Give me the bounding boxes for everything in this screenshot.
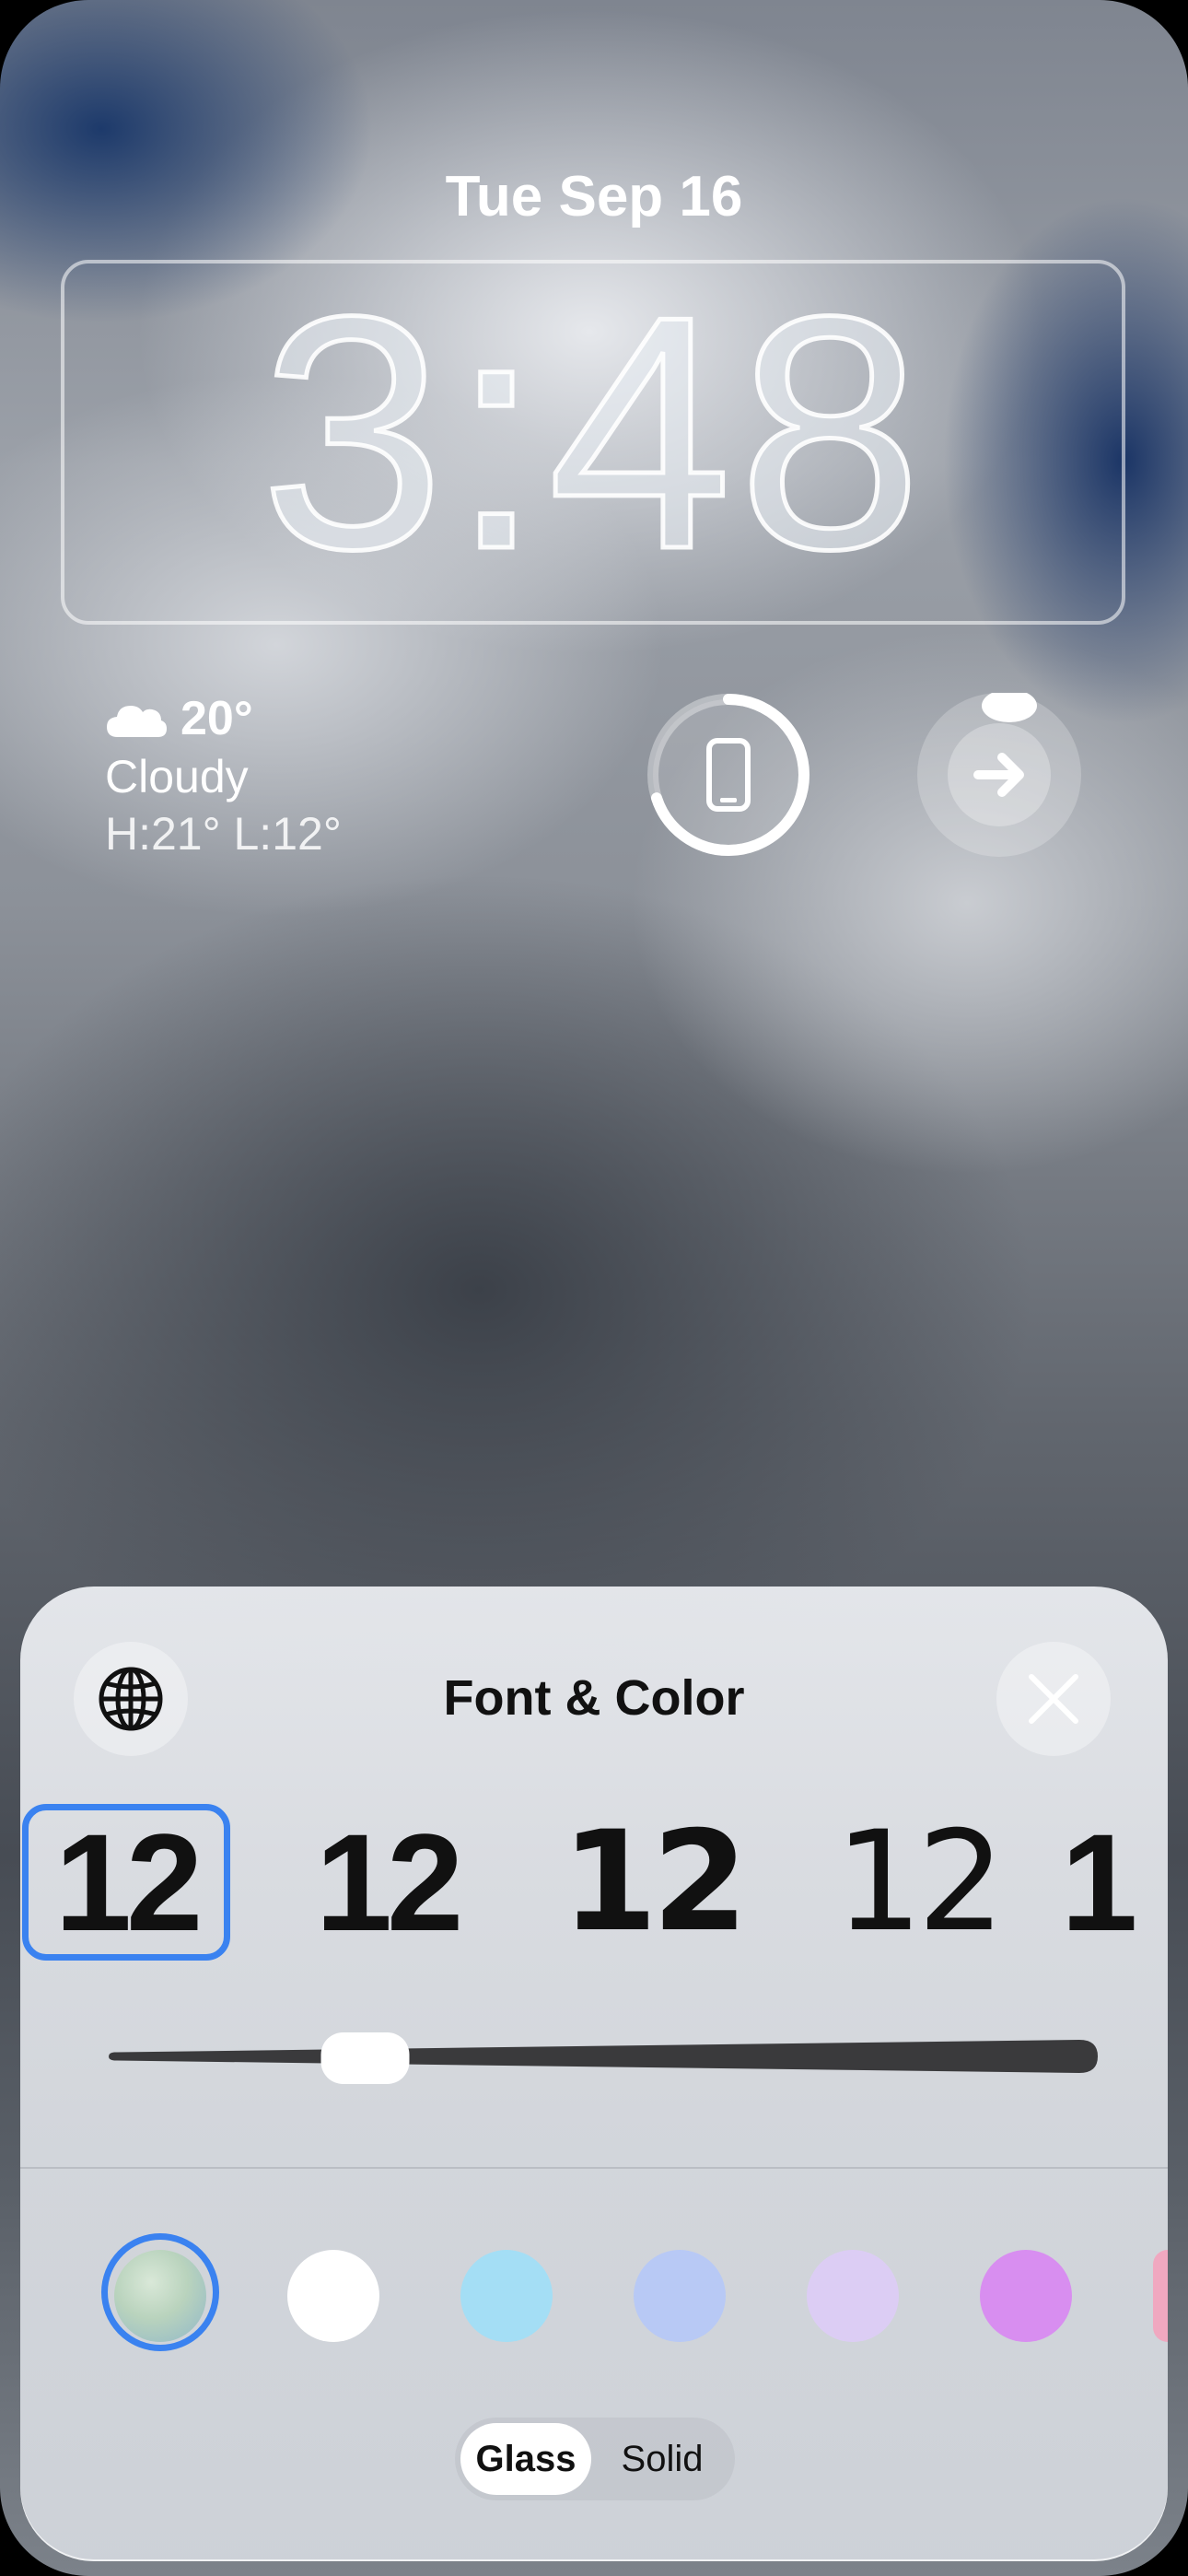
font-weight-slider[interactable] <box>103 2020 1107 2093</box>
slider-thumb[interactable] <box>320 2032 410 2084</box>
weather-temperature: 20° <box>181 692 253 745</box>
phone-battery-widget[interactable] <box>646 693 810 857</box>
color-swatch-periwinkle[interactable] <box>634 2250 726 2342</box>
font-option-3[interactable]: 12 <box>551 1802 753 1962</box>
color-swatch-sky-blue[interactable] <box>460 2250 553 2342</box>
weather-condition: Cloudy <box>105 751 249 802</box>
style-segmented-control[interactable]: Glass Solid <box>455 2418 735 2500</box>
weather-high-low: H:21° L:12° <box>105 808 342 860</box>
shortcut-widget[interactable] <box>917 693 1081 857</box>
lock-screen-editor: Tue Sep 16 3:48 20° Cloudy H:21° L:12° F… <box>0 0 1188 2576</box>
color-swatch-lavender[interactable] <box>807 2250 899 2342</box>
color-swatch-pink[interactable] <box>1153 2250 1168 2342</box>
font-option-1[interactable]: 12 <box>22 1804 230 1961</box>
font-color-sheet: Font & Color 12 12 12 12 1 Glass Solid <box>20 1587 1168 2561</box>
font-option-4[interactable]: 12 <box>816 1802 1019 1962</box>
weather-widget[interactable]: 20° Cloudy H:21° L:12° <box>105 689 342 862</box>
lockscreen-date[interactable]: Tue Sep 16 <box>0 164 1188 229</box>
section-divider <box>20 2167 1168 2169</box>
close-icon <box>1029 1674 1078 1724</box>
close-button[interactable] <box>996 1642 1111 1756</box>
font-option-2[interactable]: 12 <box>285 1804 488 1961</box>
color-swatch-orchid[interactable] <box>980 2250 1072 2342</box>
segment-solid[interactable]: Solid <box>595 2418 729 2500</box>
selected-color-ring <box>101 2233 219 2351</box>
font-option-5[interactable]: 1 <box>1061 1804 1168 1961</box>
cloud-icon <box>107 706 167 737</box>
segment-glass[interactable]: Glass <box>460 2418 591 2500</box>
lockscreen-clock[interactable]: 3:48 <box>0 265 1188 602</box>
color-swatch-white[interactable] <box>287 2250 379 2342</box>
